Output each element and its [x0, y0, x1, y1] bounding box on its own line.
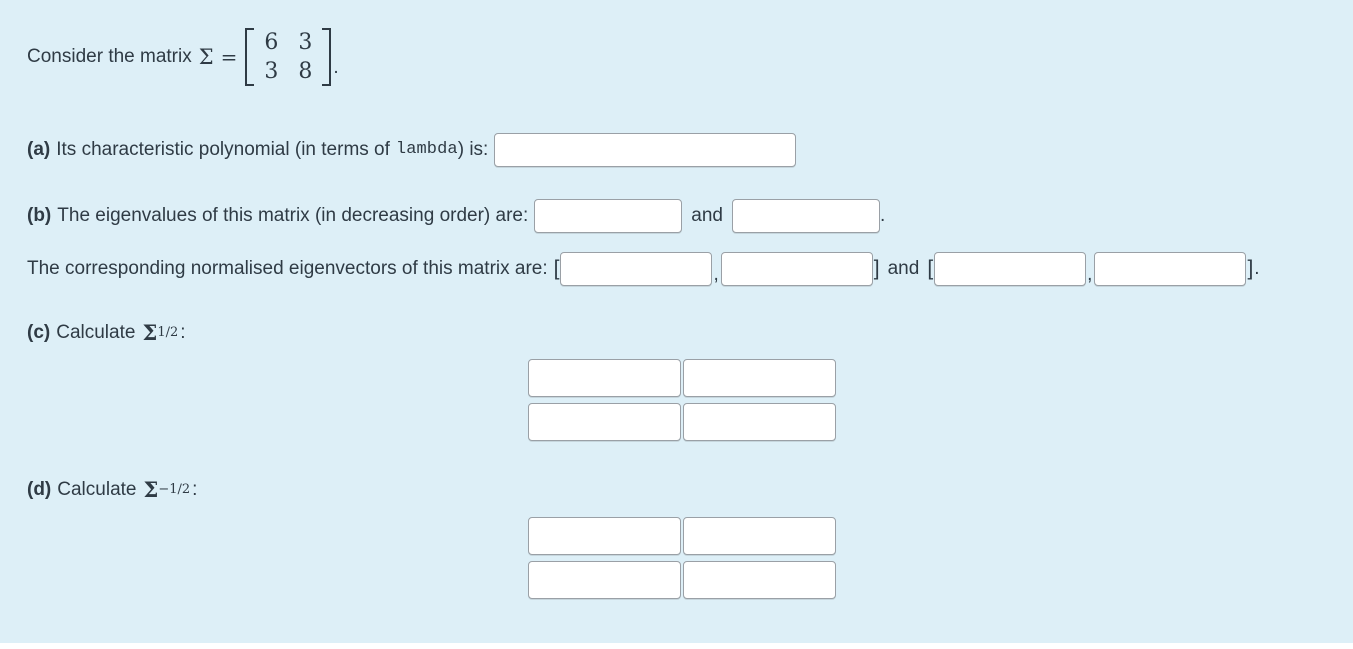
eigenvector-1-component-2-input[interactable]	[720, 252, 873, 286]
part-d-label: (d)	[27, 479, 52, 501]
part-c-cell-r1c1-input[interactable]	[528, 359, 681, 397]
part-c-text: Calculate	[56, 322, 136, 344]
page-root: Consider the matrix Σ = 6 3 3 8 . (a) It…	[0, 0, 1353, 649]
part-d-cell-r2c1-input[interactable]	[528, 561, 681, 599]
part-b-row: (b) The eigenvalues of this matrix (in d…	[27, 199, 885, 233]
part-d-cell-r1c1-input[interactable]	[528, 517, 681, 555]
eigenvector-1-comma: ,	[713, 264, 719, 286]
part-b-text: The eigenvalues of this matrix (in decre…	[57, 205, 529, 227]
part-b-conjunction: and	[691, 205, 723, 227]
matrix-left-bracket	[245, 28, 255, 86]
matrix-entries: 6 3 3 8	[254, 28, 322, 86]
equals-sign: =	[220, 44, 238, 69]
eigenvectors-row: The corresponding normalised eigenvector…	[27, 252, 1260, 286]
eigenvector-2-component-2-input[interactable]	[1094, 252, 1247, 286]
matrix-cell-r2c2: 8	[298, 58, 313, 84]
eigenvector-2-comma: ,	[1087, 264, 1093, 286]
part-c-answer-grid	[528, 359, 836, 441]
matrix-right-bracket	[322, 28, 332, 86]
part-c-cell-r2c2-input[interactable]	[683, 403, 836, 441]
part-c-cell-r1c2-input[interactable]	[683, 359, 836, 397]
eigenvectors-conjunction: and	[887, 258, 920, 280]
part-a-label: (a)	[27, 139, 51, 161]
part-c-colon: :	[180, 322, 186, 344]
part-d-answer-grid	[528, 517, 836, 599]
question-panel: Consider the matrix Σ = 6 3 3 8 . (a) It…	[0, 0, 1353, 643]
part-c-sigma-symbol: Σ	[142, 320, 158, 345]
matrix-sigma: 6 3 3 8	[245, 28, 332, 86]
eigenvalue-1-input[interactable]	[534, 199, 683, 233]
part-c-label: (c)	[27, 322, 51, 344]
eigenvector-2-close-bracket: ]	[1247, 256, 1254, 280]
eigenvectors-text: The corresponding normalised eigenvector…	[27, 258, 548, 280]
matrix-cell-r1c1: 6	[264, 29, 279, 55]
part-d-row: (d) Calculate Σ −1/2 :	[27, 477, 197, 503]
eigenvector-1-component-1-input[interactable]	[560, 252, 713, 286]
part-a-answer-input[interactable]	[494, 133, 797, 167]
eigenvectors-period: .	[1254, 258, 1260, 280]
eigenvalue-2-input[interactable]	[731, 199, 880, 233]
part-a-text-after: ) is:	[457, 139, 489, 161]
part-d-cell-r2c2-input[interactable]	[683, 561, 836, 599]
part-a-row: (a) Its characteristic polynomial (in te…	[27, 133, 797, 167]
sigma-symbol: Σ	[198, 44, 214, 69]
part-a-mono-term: lambda	[395, 140, 458, 160]
part-c-row: (c) Calculate Σ 1/2 :	[27, 320, 186, 346]
part-d-text: Calculate	[57, 479, 137, 501]
matrix-cell-r1c2: 3	[298, 29, 313, 55]
part-c-cell-r2c1-input[interactable]	[528, 403, 681, 441]
part-d-sigma-symbol: Σ	[143, 477, 159, 502]
part-d-exponent: −1/2	[158, 482, 191, 497]
eigenvector-2-component-1-input[interactable]	[934, 252, 1087, 286]
matrix-statement-lead: Consider the matrix	[27, 46, 192, 68]
matrix-cell-r2c1: 3	[264, 58, 279, 84]
part-b-label: (b)	[27, 205, 52, 227]
part-a-text-before: Its characteristic polynomial (in terms …	[56, 139, 390, 161]
matrix-statement-period: .	[333, 57, 339, 79]
eigenvector-2-open-bracket: [	[927, 256, 934, 280]
part-d-colon: :	[192, 479, 198, 501]
part-c-exponent: 1/2	[157, 325, 179, 340]
eigenvector-1-open-bracket: [	[553, 256, 560, 280]
matrix-statement: Consider the matrix Σ = 6 3 3 8 .	[27, 28, 339, 86]
part-d-cell-r1c2-input[interactable]	[683, 517, 836, 555]
eigenvector-1-close-bracket: ]	[873, 256, 880, 280]
part-b-period: .	[879, 205, 886, 227]
